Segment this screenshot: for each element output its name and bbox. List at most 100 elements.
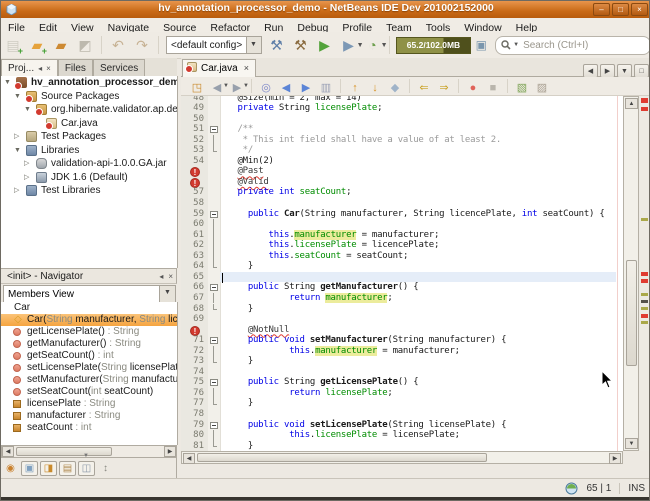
search-input[interactable]: ▼ Search (Ctrl+I) xyxy=(495,36,650,55)
error-stripe-mark[interactable] xyxy=(641,293,648,296)
maximize-button[interactable]: □ xyxy=(612,3,629,16)
close-icon[interactable]: × xyxy=(46,64,51,73)
find-next-icon[interactable]: ▶ xyxy=(297,78,315,94)
fold-start-icon[interactable] xyxy=(210,211,218,218)
chevron-collapsed-icon[interactable]: ▷ xyxy=(14,130,19,143)
find-previous-icon[interactable]: ◀ xyxy=(277,78,295,94)
config-select[interactable]: <default config> ▼ xyxy=(166,36,262,54)
title-bar[interactable]: hv_annotation_processor_demo - NetBeans … xyxy=(1,1,650,18)
sort-alpha-icon[interactable]: ↕ xyxy=(97,462,114,477)
close-icon[interactable]: × xyxy=(168,272,173,281)
scrollbar-thumb[interactable] xyxy=(626,260,637,366)
back-icon[interactable]: ◀▼ xyxy=(208,78,226,94)
show-non-public-button[interactable]: ◫ xyxy=(78,461,95,476)
error-stripe-mark[interactable] xyxy=(641,321,648,324)
navigator-item[interactable]: getLicensePlate() : String xyxy=(1,326,177,338)
tab-services[interactable]: Services xyxy=(93,59,145,76)
chevron-down-icon[interactable]: ▼ xyxy=(159,286,175,302)
close-icon[interactable]: × xyxy=(244,63,249,73)
new-project-button[interactable]: ▰+ xyxy=(26,34,48,56)
scroll-left-icon[interactable]: ◀ xyxy=(2,446,14,457)
scroll-down-icon[interactable]: ▼ xyxy=(625,438,638,449)
error-icon[interactable]: ! xyxy=(190,326,200,336)
navigator-item[interactable]: getManufacturer() : String xyxy=(1,338,177,350)
navigator-item[interactable]: licensePlate : String xyxy=(1,398,177,410)
chevron-down-icon[interactable]: ▼ xyxy=(513,42,519,48)
save-all-button[interactable]: ◩ xyxy=(74,34,96,56)
garbage-collect-button[interactable]: ▣ xyxy=(474,37,490,53)
tree-row[interactable]: ▼hv_annotation_processor_demo xyxy=(1,76,177,90)
open-project-button[interactable]: ▰ xyxy=(50,34,72,56)
error-stripe-mark[interactable] xyxy=(641,218,648,221)
minimize-panel-icon[interactable]: ◂ xyxy=(159,272,163,281)
breakpoint-icon[interactable]: ● xyxy=(464,78,482,94)
scroll-up-icon[interactable]: ▲ xyxy=(625,98,638,109)
show-inherited-button[interactable]: ▣ xyxy=(21,461,38,476)
navigator-item[interactable]: manufacturer : String xyxy=(1,410,177,422)
tree-row[interactable]: ▼org.hibernate.validator.ap.demo xyxy=(1,103,177,117)
tree-row[interactable]: ▼Source Packages xyxy=(1,90,177,104)
undo-button[interactable]: ↶ xyxy=(107,34,129,56)
tree-row[interactable]: ▷Test Libraries xyxy=(1,184,177,198)
chevron-down-icon[interactable]: ▼ xyxy=(243,83,249,89)
clean-build-button[interactable]: ⚒ xyxy=(290,34,312,56)
profile-button[interactable]: ◔▼ xyxy=(362,34,384,56)
chevron-down-icon[interactable]: ▼ xyxy=(246,37,261,53)
editor-hscrollbar[interactable]: ◀ ▶ xyxy=(181,451,623,464)
comment-icon[interactable]: ▧ xyxy=(513,78,531,94)
close-button[interactable]: × xyxy=(631,3,648,16)
scrollbar-thumb[interactable] xyxy=(197,453,487,462)
filter-tree-icon[interactable]: ◉ xyxy=(2,462,19,477)
tab-car-java[interactable]: Car.java× xyxy=(182,59,256,77)
forward-icon[interactable]: ▶▼ xyxy=(228,78,246,94)
navigator-hscrollbar[interactable]: ◀ ▶ xyxy=(1,445,177,458)
navigator-item[interactable]: ◇Car(String manufacturer, String licenc xyxy=(1,314,177,326)
show-static-button[interactable]: ▤ xyxy=(59,461,76,476)
chevron-expanded-icon[interactable]: ▼ xyxy=(4,76,11,89)
error-icon[interactable]: ! xyxy=(190,178,200,188)
error-stripe[interactable] xyxy=(639,96,650,451)
memory-gauge[interactable]: 65.2/102.0MB xyxy=(396,37,470,54)
maximize-editor-button[interactable]: □ xyxy=(634,64,649,78)
chevron-expanded-icon[interactable]: ▼ xyxy=(14,144,21,157)
error-stripe-mark[interactable] xyxy=(641,98,648,103)
tab-files[interactable]: Files xyxy=(58,59,93,76)
build-button[interactable]: ⚒ xyxy=(266,34,288,56)
tree-row[interactable]: ▷Test Packages xyxy=(1,130,177,144)
tree-row[interactable]: ▼Libraries xyxy=(1,144,177,158)
tab-list-button[interactable]: ▼ xyxy=(617,64,632,78)
fold-start-icon[interactable] xyxy=(210,284,218,291)
status-notification-icon[interactable] xyxy=(565,482,578,495)
navigator-item[interactable]: Car xyxy=(1,302,177,314)
code-editor[interactable]: 48 @Size(min = 2, max = 14)49 private St… xyxy=(181,96,623,451)
error-stripe-mark[interactable] xyxy=(641,300,648,303)
navigator-header[interactable]: <init> - Navigator ◂× xyxy=(1,268,177,284)
tree-row[interactable]: ▷validation-api-1.0.0.GA.jar xyxy=(1,157,177,171)
error-stripe-mark[interactable] xyxy=(641,107,648,111)
tab-proj[interactable]: Proj...◂× xyxy=(1,59,58,76)
scroll-right-icon[interactable]: ▶ xyxy=(609,453,621,464)
minimize-button[interactable]: – xyxy=(593,3,610,16)
run-button[interactable]: ▶ xyxy=(314,34,336,56)
debug-button[interactable]: ▶▼ xyxy=(338,34,360,56)
uncomment-icon[interactable]: ▨ xyxy=(533,78,551,94)
navigator-view-select[interactable]: Members View ▼ xyxy=(3,285,176,303)
stop-icon[interactable]: ■ xyxy=(484,78,502,94)
new-file-button[interactable]: ▤+ xyxy=(2,34,24,56)
fold-start-icon[interactable] xyxy=(210,337,218,344)
fold-start-icon[interactable] xyxy=(210,422,218,429)
next-occurrence-icon[interactable]: ↓ xyxy=(366,78,384,94)
chevron-collapsed-icon[interactable]: ▷ xyxy=(24,157,29,170)
fold-start-icon[interactable] xyxy=(210,379,218,386)
fold-start-icon[interactable] xyxy=(210,126,218,133)
error-stripe-mark[interactable] xyxy=(641,272,648,276)
navigator-item[interactable]: setManufacturer(String manufacturer xyxy=(1,374,177,386)
tree-row[interactable]: Car.java xyxy=(1,117,177,131)
redo-button[interactable]: ↷ xyxy=(131,34,153,56)
scrollbar-thumb[interactable] xyxy=(16,447,112,456)
show-fields-button[interactable]: ◨ xyxy=(40,461,57,476)
error-stripe-mark[interactable] xyxy=(641,307,648,310)
error-stripe-mark[interactable] xyxy=(641,279,648,283)
last-edit-position-icon[interactable]: ◳ xyxy=(188,78,206,94)
scroll-left-icon[interactable]: ◀ xyxy=(183,453,195,464)
